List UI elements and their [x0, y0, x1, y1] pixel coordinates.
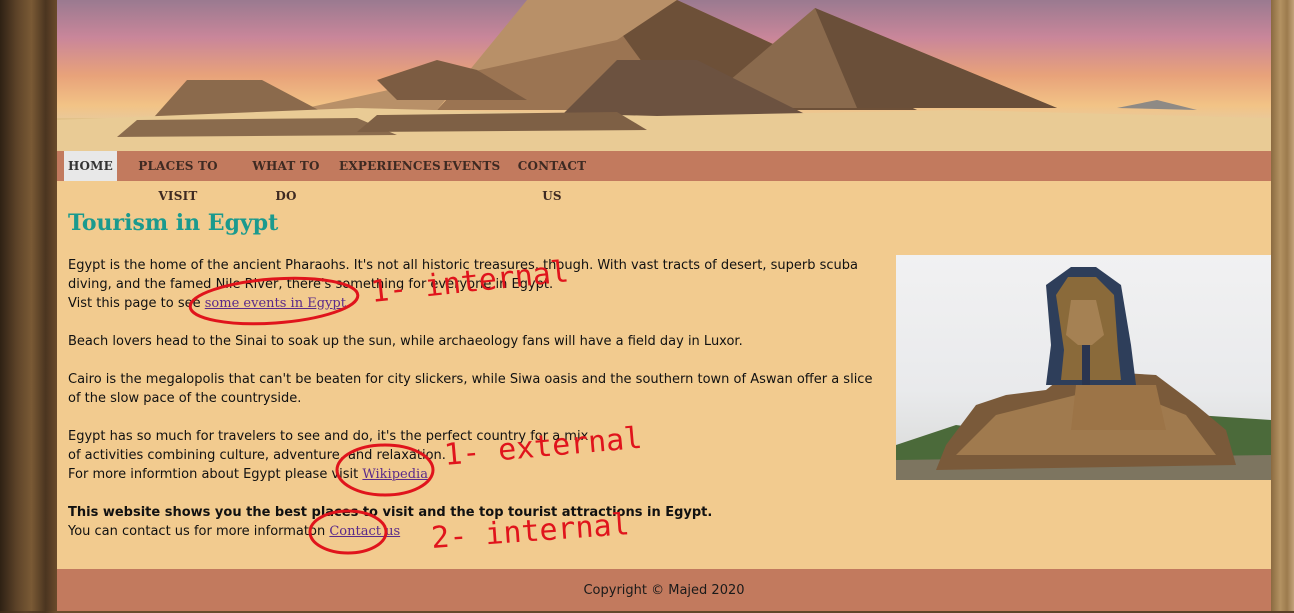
page-container: HOME PLACES TO VISIT WHAT TO DO EXPERIEN… [57, 0, 1271, 611]
copyright-text: Copyright © Majed 2020 [583, 583, 745, 598]
nav-what-to-do[interactable]: WHAT TO DO [243, 151, 329, 203]
events-link[interactable]: some events in Egypt [205, 296, 346, 311]
sphinx-image [896, 255, 1271, 480]
nav-events[interactable]: EVENTS [443, 151, 500, 181]
intro-paragraph: Egypt is the home of the ancient Pharaoh… [68, 258, 858, 292]
events-link-prefix: Vist this page to see [68, 296, 205, 311]
summary-bold-text: This website shows you the best places t… [68, 505, 713, 520]
contact-link-line: You can contact us for more informaton C… [68, 522, 878, 541]
header-banner-image [57, 0, 1271, 151]
wikipedia-link-line: For more informtion about Egypt please v… [68, 465, 878, 484]
cairo-paragraph: Cairo is the megalopolis that can't be b… [68, 372, 873, 406]
main-nav: HOME PLACES TO VISIT WHAT TO DO EXPERIEN… [57, 151, 1271, 203]
main-content: Egypt is the home of the ancient Pharaoh… [68, 256, 878, 541]
page-title: Tourism in Egypt [68, 210, 279, 236]
beach-paragraph: Beach lovers head to the Sinai to soak u… [68, 334, 743, 349]
nav-experiences[interactable]: EXPERIENCES [339, 151, 441, 181]
contact-link-prefix: You can contact us for more informaton [68, 524, 330, 539]
mix-paragraph-line2: of activities combining culture, adventu… [68, 448, 446, 463]
contact-us-link[interactable]: Contact us [329, 524, 400, 539]
mix-paragraph-line1: Egypt has so much for travelers to see a… [68, 429, 589, 444]
left-border-texture [0, 0, 57, 611]
footer: Copyright © Majed 2020 [57, 569, 1271, 611]
wikipedia-link[interactable]: Wikipedia [362, 467, 428, 482]
nav-places-to-visit[interactable]: PLACES TO VISIT [123, 151, 233, 203]
nav-contact-us[interactable]: CONTACT US [509, 151, 595, 203]
nav-home[interactable]: HOME [64, 151, 117, 181]
right-border-texture [1271, 0, 1294, 611]
wikipedia-link-prefix: For more informtion about Egypt please v… [68, 467, 363, 482]
events-link-line: Vist this page to see some events in Egy… [68, 294, 878, 313]
